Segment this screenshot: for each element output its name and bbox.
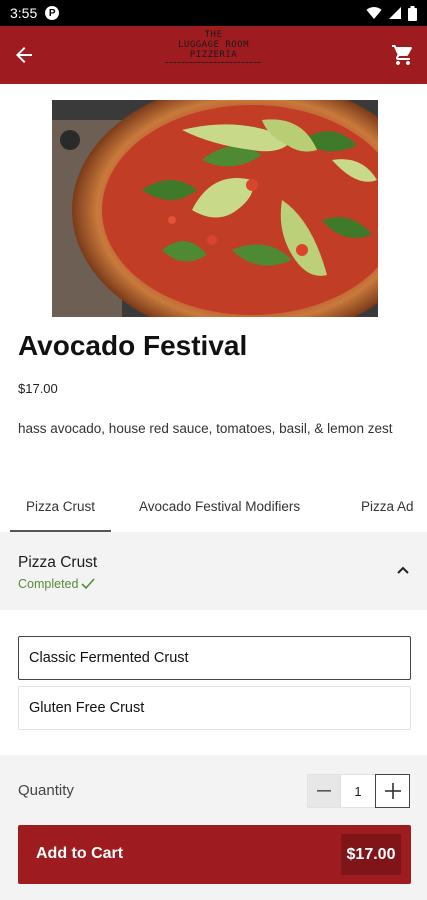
arrow-left-icon: [16, 47, 32, 63]
collapse-button[interactable]: [393, 560, 413, 580]
app-bar: THE LUGGAGE ROOM PIZZERIA ━━━━━━━━━━━━━━…: [0, 26, 427, 84]
option-label: Classic Fermented Crust: [29, 650, 189, 666]
battery-icon: [408, 5, 417, 21]
option-classic-fermented-crust[interactable]: Classic Fermented Crust: [18, 636, 411, 680]
product-description: hass avocado, house red sauce, tomatoes,…: [18, 421, 393, 436]
quantity-value: 1: [341, 774, 375, 808]
signal-icon: [389, 7, 401, 19]
cart-total: $17.00: [341, 834, 401, 875]
back-button[interactable]: [10, 41, 38, 69]
quantity-increase-button[interactable]: [375, 774, 410, 808]
cart-icon: [392, 45, 412, 65]
product-price: $17.00: [18, 381, 58, 396]
section-title: Pizza Crust: [18, 554, 98, 571]
pizza-crust-section-header[interactable]: Pizza Crust Completed: [0, 532, 427, 610]
tab-pizza-add-ons[interactable]: Pizza Ad: [361, 480, 414, 532]
notification-badge-icon: P: [45, 6, 60, 20]
modifier-tabs: Pizza Crust Avocado Festival Modifiers P…: [0, 480, 427, 533]
cart-footer: Quantity 1 Add to Cart $17.00: [0, 755, 427, 900]
tab-pizza-crust[interactable]: Pizza Crust: [9, 480, 112, 532]
section-status: Completed: [18, 577, 96, 591]
chevron-up-icon: [397, 566, 409, 574]
add-to-cart-label: Add to Cart: [36, 845, 124, 862]
quantity-decrease-button[interactable]: [307, 774, 341, 808]
option-label: Gluten Free Crust: [29, 700, 145, 716]
product-title: Avocado Festival: [18, 330, 248, 361]
wifi-icon: [366, 7, 382, 20]
add-to-cart-button[interactable]: Add to Cart $17.00: [18, 825, 411, 884]
quantity-stepper: 1: [307, 774, 410, 808]
option-gluten-free-crust[interactable]: Gluten Free Crust: [18, 686, 411, 730]
minus-icon: [317, 790, 331, 792]
cart-button[interactable]: [389, 41, 417, 69]
status-time: 3:55: [10, 5, 38, 21]
product-image: [52, 100, 378, 317]
status-bar: 3:55 P: [0, 0, 427, 26]
check-icon: [81, 578, 96, 590]
restaurant-logo: THE LUGGAGE ROOM PIZZERIA ━━━━━━━━━━━━━━…: [165, 30, 262, 66]
quantity-label: Quantity: [18, 782, 74, 799]
tab-avocado-festival-modifiers[interactable]: Avocado Festival Modifiers: [139, 480, 300, 532]
plus-icon: [384, 783, 401, 799]
section-status-label: Completed: [18, 577, 79, 591]
